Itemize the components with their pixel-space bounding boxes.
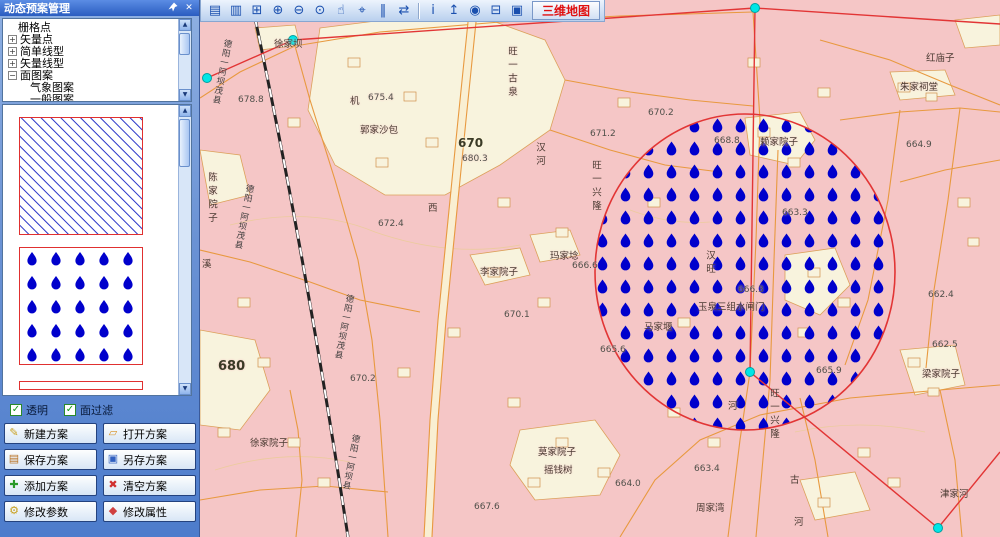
add-plan-button[interactable]: ✚添加方案 [4, 475, 97, 496]
zoom-window-icon[interactable]: ⊙ [310, 2, 330, 20]
filter-label: 面过滤 [80, 402, 113, 418]
toolbar-icons: ▤▥⊞⊕⊖⊙☝⌖‖⇄ i↥◉⊟▣ [205, 2, 527, 20]
clear-plan-icon: ✖ [106, 479, 120, 492]
scroll-thumb[interactable] [179, 119, 190, 167]
pause-icon[interactable]: ‖ [373, 2, 393, 20]
plan-button-label: 另存方案 [123, 452, 167, 468]
save-icon[interactable]: ▣ [507, 2, 527, 20]
tree-item-label[interactable]: 一般图案 [30, 91, 74, 101]
drop-pattern-region[interactable] [595, 114, 895, 430]
open-plan-icon: ▱ [106, 427, 120, 440]
scroll-down-icon[interactable]: ▼ [179, 89, 191, 101]
application-window: 动态预案管理 ✕ 栅格点+矢量点+简单线型+矢量线型−面图案气象图案一般图案箭标… [0, 0, 1000, 537]
clear-plan-button[interactable]: ✖清空方案 [103, 475, 196, 496]
new-plan-icon: ✎ [7, 427, 21, 440]
plan-button-label: 添加方案 [24, 478, 68, 494]
print-icon[interactable]: ⊟ [486, 2, 506, 20]
scroll-up-icon[interactable]: ▲ [179, 105, 191, 117]
scroll-up-icon[interactable]: ▲ [179, 19, 191, 31]
plan-button-label: 清空方案 [123, 478, 167, 494]
vertex-handle[interactable] [746, 368, 755, 377]
pin-icon[interactable] [167, 2, 179, 14]
save-plan-button[interactable]: ▤保存方案 [4, 449, 97, 470]
zoom-in-icon[interactable]: ⊕ [268, 2, 288, 20]
scroll-track[interactable] [179, 117, 191, 383]
plan-type-panel: 栅格点+矢量点+简单线型+矢量线型−面图案气象图案一般图案箭标文本 ▲ ▼ [2, 18, 192, 102]
plan-button-label: 修改属性 [123, 504, 167, 520]
tree-scrollbar[interactable]: ▲ ▼ [178, 19, 191, 101]
save-plan-icon: ▤ [7, 453, 21, 466]
plan-button-grid: ✎新建方案 ▱打开方案 ▤保存方案 ▣另存方案 ✚添加方案 ✖清空方案 ⚙修改参数 ◆修改属性 [4, 423, 196, 522]
pattern-swatch-partial[interactable] [19, 381, 143, 390]
filter-面过滤[interactable]: ✓ 面过滤 [64, 402, 113, 418]
toolbar-separator [418, 3, 419, 19]
vertex-handle[interactable] [289, 36, 298, 45]
filter-row: ✓ 透明 ✓ 面过滤 [2, 399, 198, 421]
pattern-preview-panel: ▲ ▼ [2, 104, 192, 396]
snapshot-icon[interactable]: ◉ [465, 2, 485, 20]
scroll-track[interactable] [179, 31, 191, 89]
add-plan-icon: ✚ [7, 479, 21, 492]
plan-button-label: 修改参数 [24, 504, 68, 520]
grid-icon[interactable]: ⊞ [247, 2, 267, 20]
map-3d-button[interactable]: 三维地图 [532, 1, 600, 20]
plan-button-label: 打开方案 [123, 426, 167, 442]
edit-props-icon: ◆ [106, 505, 120, 518]
pattern-swatch-drops[interactable] [19, 247, 143, 365]
checkbox-icon[interactable]: ✓ [10, 404, 22, 416]
save-as-plan-icon: ▣ [106, 453, 120, 466]
scroll-thumb[interactable] [179, 33, 190, 55]
filter-label: 透明 [26, 402, 48, 418]
edit-params-button[interactable]: ⚙修改参数 [4, 501, 97, 522]
identify-icon[interactable]: ▥ [226, 2, 246, 20]
plan-button-label: 新建方案 [24, 426, 68, 442]
expand-icon[interactable]: + [8, 35, 17, 44]
open-plan-button[interactable]: ▱打开方案 [103, 423, 196, 444]
plan-type-tree: 栅格点+矢量点+简单线型+矢量线型−面图案气象图案一般图案箭标文本 [3, 19, 178, 101]
swap-arrows-icon[interactable]: ⇄ [394, 2, 414, 20]
info-icon[interactable]: i [423, 2, 443, 20]
map-doc-icon[interactable]: ▤ [205, 2, 225, 20]
sidebar: 动态预案管理 ✕ 栅格点+矢量点+简单线型+矢量线型−面图案气象图案一般图案箭标… [0, 0, 200, 537]
preview-scrollbar[interactable]: ▲ ▼ [178, 105, 191, 395]
expand-icon[interactable]: + [8, 47, 17, 56]
new-plan-button[interactable]: ✎新建方案 [4, 423, 97, 444]
edit-props-button[interactable]: ◆修改属性 [103, 501, 196, 522]
sidebar-titlebar: 动态预案管理 ✕ [0, 0, 199, 16]
tree-item-一般图案[interactable]: 一般图案 [5, 93, 178, 101]
export-icon[interactable]: ↥ [444, 2, 464, 20]
checkbox-icon[interactable]: ✓ [64, 404, 76, 416]
vertex-handle[interactable] [751, 4, 760, 13]
map-canvas[interactable] [200, 0, 1000, 537]
vertex-handle[interactable] [203, 74, 212, 83]
sidebar-title: 动态预案管理 [4, 0, 163, 16]
collapse-icon[interactable]: − [8, 71, 17, 80]
plan-button-label: 保存方案 [24, 452, 68, 468]
pan-icon[interactable]: ☝ [331, 2, 351, 20]
close-icon[interactable]: ✕ [183, 2, 195, 14]
pattern-swatch-list [3, 105, 178, 395]
map-area[interactable]: 徐家坝红庙子朱家祠堂678.8675.4机郭家沙包670680.3671.267… [200, 0, 1000, 537]
edit-params-icon: ⚙ [7, 505, 21, 518]
save-as-plan-button[interactable]: ▣另存方案 [103, 449, 196, 470]
filter-透明[interactable]: ✓ 透明 [10, 402, 48, 418]
scroll-down-icon[interactable]: ▼ [179, 383, 191, 395]
zoom-out-icon[interactable]: ⊖ [289, 2, 309, 20]
full-extent-icon[interactable]: ⌖ [352, 2, 372, 20]
map-toolbar: ▤▥⊞⊕⊖⊙☝⌖‖⇄ i↥◉⊟▣ 三维地图 [200, 0, 605, 22]
expand-icon[interactable]: + [8, 59, 17, 68]
vertex-handle[interactable] [934, 524, 943, 533]
pattern-swatch-hatch[interactable] [19, 117, 143, 235]
